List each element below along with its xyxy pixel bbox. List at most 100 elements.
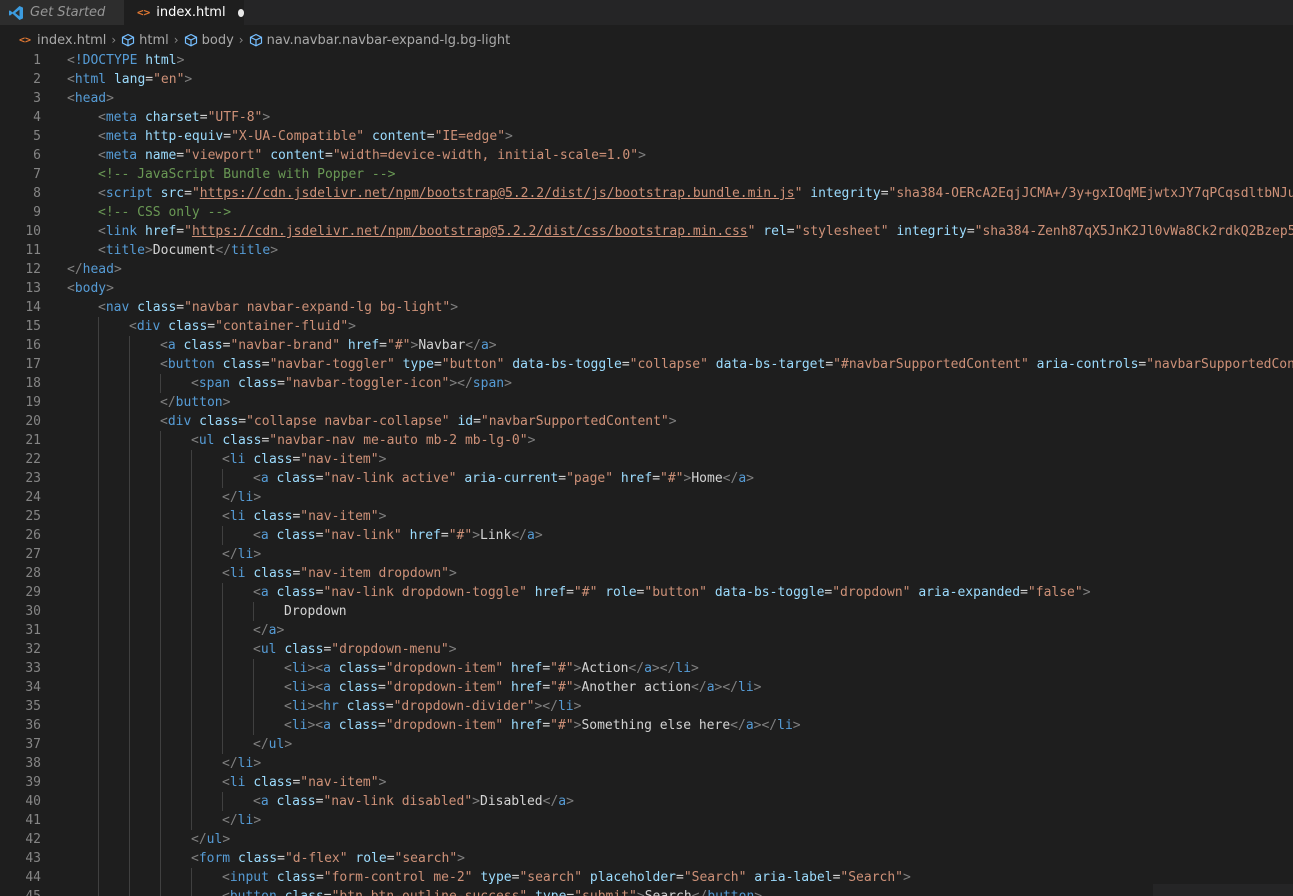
attribute-value: "dropdown-divider" bbox=[393, 699, 535, 714]
code-line[interactable]: 24 </li> bbox=[0, 488, 1293, 507]
breadcrumb-item-file[interactable]: <> index.html bbox=[0, 33, 106, 48]
code-line[interactable]: 18 <span class="navbar-toggler-icon"></sp… bbox=[0, 374, 1293, 393]
code-line[interactable]: 16 <a class="navbar-brand" href="#">Navba… bbox=[0, 336, 1293, 355]
code-line[interactable]: 40 <a class="nav-link disabled">Disabled<… bbox=[0, 792, 1293, 811]
code-line[interactable]: 27 </li> bbox=[0, 545, 1293, 564]
tag-bracket: < bbox=[67, 72, 75, 87]
cube-icon bbox=[249, 33, 262, 47]
code-line[interactable]: 13 <body> bbox=[0, 279, 1293, 298]
code-line[interactable]: 20 <div class="collapse navbar-collapse" … bbox=[0, 412, 1293, 431]
indent-guide bbox=[98, 469, 99, 488]
code-line[interactable]: 28 <li class="nav-item dropdown"> bbox=[0, 564, 1293, 583]
indent-guide bbox=[191, 469, 192, 488]
attribute-value: "Search" bbox=[683, 870, 747, 885]
code-line[interactable]: 1 <!DOCTYPE html> bbox=[0, 51, 1293, 70]
code-line[interactable]: 2 <html lang="en"> bbox=[0, 70, 1293, 89]
code-line[interactable]: 6 <meta name="viewport" content="width=de… bbox=[0, 146, 1293, 165]
code-line[interactable]: 23 <a class="nav-link active" aria-curren… bbox=[0, 469, 1293, 488]
code-content: <form class="d-flex" role="search"> bbox=[191, 849, 465, 868]
tag-name: li bbox=[229, 775, 246, 790]
code-line[interactable]: 44 <input class="form-control me-2" type=… bbox=[0, 868, 1293, 887]
text-content: = bbox=[558, 471, 567, 486]
code-line[interactable]: 9 <!-- CSS only --> bbox=[0, 203, 1293, 222]
tag-bracket: < bbox=[222, 775, 230, 790]
code-line[interactable]: 25 <li class="nav-item"> bbox=[0, 507, 1293, 526]
code-editor[interactable]: 1 <!DOCTYPE html> 2 <html lang="en"> 3 <head>… bbox=[0, 51, 1293, 896]
code-line[interactable]: 42 </ul> bbox=[0, 830, 1293, 849]
chevron-right-icon: › bbox=[238, 33, 244, 47]
attribute-name: role bbox=[355, 851, 387, 866]
code-line[interactable]: 5 <meta http-equiv="X-UA-Compatible" cont… bbox=[0, 127, 1293, 146]
attribute-name: content bbox=[270, 148, 326, 163]
code-line[interactable]: 38 </li> bbox=[0, 754, 1293, 773]
indent-guide bbox=[222, 716, 223, 735]
code-line[interactable]: 7 <!-- JavaScript Bundle with Popper --> bbox=[0, 165, 1293, 184]
code-line[interactable]: 37 </ul> bbox=[0, 735, 1293, 754]
tag-bracket: </ bbox=[511, 528, 527, 543]
tag-name: a bbox=[323, 661, 331, 676]
code-line[interactable]: 21 <ul class="navbar-nav me-auto mb-2 mb-… bbox=[0, 431, 1293, 450]
url-link[interactable]: https://cdn.jsdelivr.net/npm/bootstrap@5… bbox=[200, 186, 795, 201]
code-content: </li> bbox=[222, 754, 261, 773]
text-content bbox=[106, 72, 114, 87]
code-line[interactable]: 17 <button class="navbar-toggler" type="b… bbox=[0, 355, 1293, 374]
code-line[interactable]: 8 <script src="https://cdn.jsdelivr.net/n… bbox=[0, 184, 1293, 203]
url-link[interactable]: https://cdn.jsdelivr.net/npm/bootstrap@5… bbox=[192, 224, 748, 239]
code-line[interactable]: 22 <li class="nav-item"> bbox=[0, 450, 1293, 469]
cube-icon bbox=[122, 33, 135, 47]
code-line[interactable]: 39 <li class="nav-item"> bbox=[0, 773, 1293, 792]
tag-bracket: > bbox=[691, 661, 699, 676]
attribute-value: "navbar-nav me-auto mb-2 mb-lg-0" bbox=[269, 433, 528, 448]
code-line[interactable]: 14 <nav class="navbar navbar-expand-lg bg… bbox=[0, 298, 1293, 317]
breadcrumb-item-nav[interactable]: nav.navbar.navbar-expand-lg.bg-light bbox=[249, 33, 510, 48]
unsaved-changes-dot-icon[interactable] bbox=[237, 8, 244, 17]
tag-name: a bbox=[738, 471, 747, 486]
indent-guide bbox=[160, 830, 161, 849]
tag-bracket: ></ bbox=[534, 699, 558, 714]
code-line[interactable]: 33 <li><a class="dropdown-item" href="#">… bbox=[0, 659, 1293, 678]
indent-guide bbox=[160, 526, 161, 545]
code-line[interactable]: 35 <li><hr class="dropdown-divider"></li> bbox=[0, 697, 1293, 716]
code-line[interactable]: 26 <a class="nav-link" href="#">Link</a> bbox=[0, 526, 1293, 545]
code-line[interactable]: 12 </head> bbox=[0, 260, 1293, 279]
tag-bracket: > bbox=[754, 889, 762, 896]
tab-get-started[interactable]: Get Started bbox=[0, 0, 124, 25]
breadcrumb-item-body[interactable]: body bbox=[184, 33, 234, 48]
code-line[interactable]: 11 <title>Document</title> bbox=[0, 241, 1293, 260]
code-line[interactable]: 19 </button> bbox=[0, 393, 1293, 412]
attribute-value: "#" bbox=[550, 661, 574, 676]
indent-guide bbox=[191, 659, 192, 678]
code-line[interactable]: 15 <div class="container-fluid"> bbox=[0, 317, 1293, 336]
code-line[interactable]: 43 <form class="d-flex" role="search"> bbox=[0, 849, 1293, 868]
code-line[interactable]: 45<button class="btn btn-outline-success… bbox=[0, 887, 1293, 896]
code-content: <!DOCTYPE html> bbox=[67, 51, 184, 70]
tag-bracket: > bbox=[668, 414, 677, 429]
code-line[interactable]: 32 <ul class="dropdown-menu"> bbox=[0, 640, 1293, 659]
code-line[interactable]: 36 <li><a class="dropdown-item" href="#">… bbox=[0, 716, 1293, 735]
code-line[interactable]: 41 </li> bbox=[0, 811, 1293, 830]
breadcrumb: <> index.html › html › body › nav.navbar… bbox=[0, 31, 510, 49]
tag-bracket: > bbox=[284, 737, 293, 752]
indent-guide bbox=[160, 697, 161, 716]
indent-guide bbox=[129, 545, 130, 564]
tab-index-html[interactable]: <> index.html bbox=[124, 0, 244, 25]
indent-guide bbox=[160, 602, 161, 621]
code-line[interactable]: 29 <a class = "nav-link dropdown-toggle" hr… bbox=[0, 583, 1293, 602]
attribute-value: "#navbarSupportedContent" bbox=[833, 357, 1029, 372]
code-line[interactable]: 34 <li><a class="dropdown-item" href="#">… bbox=[0, 678, 1293, 697]
attribute-value: "UTF-8" bbox=[207, 110, 263, 125]
code-line[interactable]: 3 <head> bbox=[0, 89, 1293, 108]
code-line[interactable]: 30 Dropdown bbox=[0, 602, 1293, 621]
breadcrumb-item-html[interactable]: html bbox=[121, 33, 169, 48]
line-number: 40 bbox=[25, 794, 41, 809]
indent-guide bbox=[129, 849, 130, 868]
text-content bbox=[1029, 357, 1037, 372]
attribute-value: "navbarSupportedContent" bbox=[480, 414, 669, 429]
code-content: <meta http-equiv="X-UA-Compatible" conte… bbox=[98, 127, 513, 146]
text-content: = bbox=[325, 148, 333, 163]
code-line[interactable]: 10 <link href="https://cdn.jsdelivr.net/n… bbox=[0, 222, 1293, 241]
code-content: <script src="https://cdn.jsdelivr.net/np… bbox=[98, 184, 1293, 203]
code-line[interactable]: 31 </a> bbox=[0, 621, 1293, 640]
code-line[interactable]: 4 <meta charset="UTF-8"> bbox=[0, 108, 1293, 127]
indent-guide bbox=[191, 792, 192, 811]
